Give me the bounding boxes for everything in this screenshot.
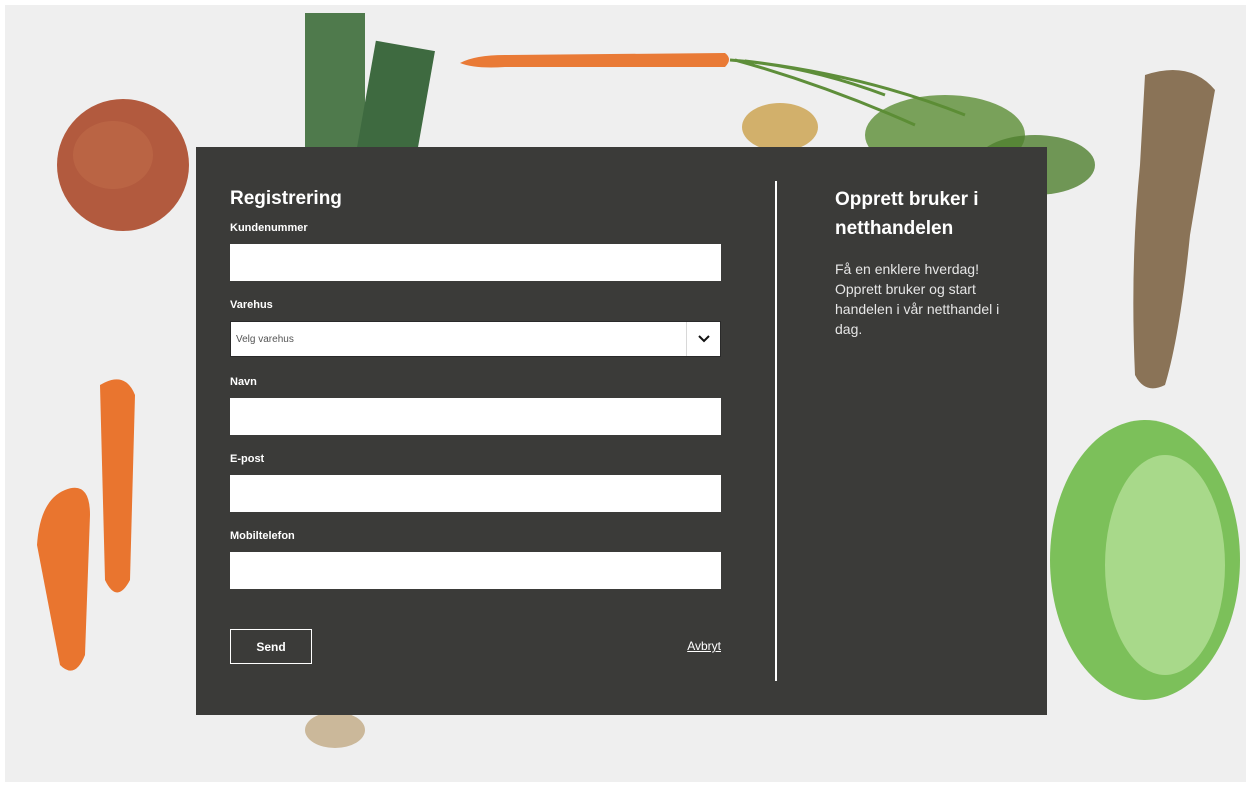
customer-number-label: Kundenummer [230,222,308,234]
name-label: Navn [230,376,257,388]
store-select-value: Velg varehus [236,334,294,345]
store-select[interactable]: Velg varehus [230,321,721,357]
mobile-field: Mobiltelefon [230,529,721,606]
form-title: Registrering [230,188,342,209]
email-label: E-post [230,453,265,465]
store-field: Varehus Velg varehus [230,298,721,375]
chevron-down-icon[interactable] [686,322,720,356]
cancel-link[interactable]: Avbryt [687,639,721,653]
mobile-label: Mobiltelefon [230,530,295,542]
column-divider [775,181,777,681]
form-actions: Send Avbryt [230,629,721,664]
mobile-input[interactable] [230,552,721,589]
email-input[interactable] [230,475,721,512]
registration-form: Registrering Kundenummer Varehus Velg va… [230,187,721,606]
email-field: E-post [230,452,721,529]
registration-panel: Registrering Kundenummer Varehus Velg va… [196,147,1047,715]
info-text: Få en enklere hverdag! Opprett bruker og… [835,261,1000,337]
info-column: Opprett bruker i netthandelen Få en enkl… [835,185,1015,339]
info-title: Opprett bruker i netthandelen [835,189,979,239]
name-input[interactable] [230,398,721,435]
send-button[interactable]: Send [230,629,312,664]
customer-number-input[interactable] [230,244,721,281]
customer-number-field: Kundenummer [230,221,721,298]
name-field: Navn [230,375,721,452]
store-label: Varehus [230,299,273,311]
